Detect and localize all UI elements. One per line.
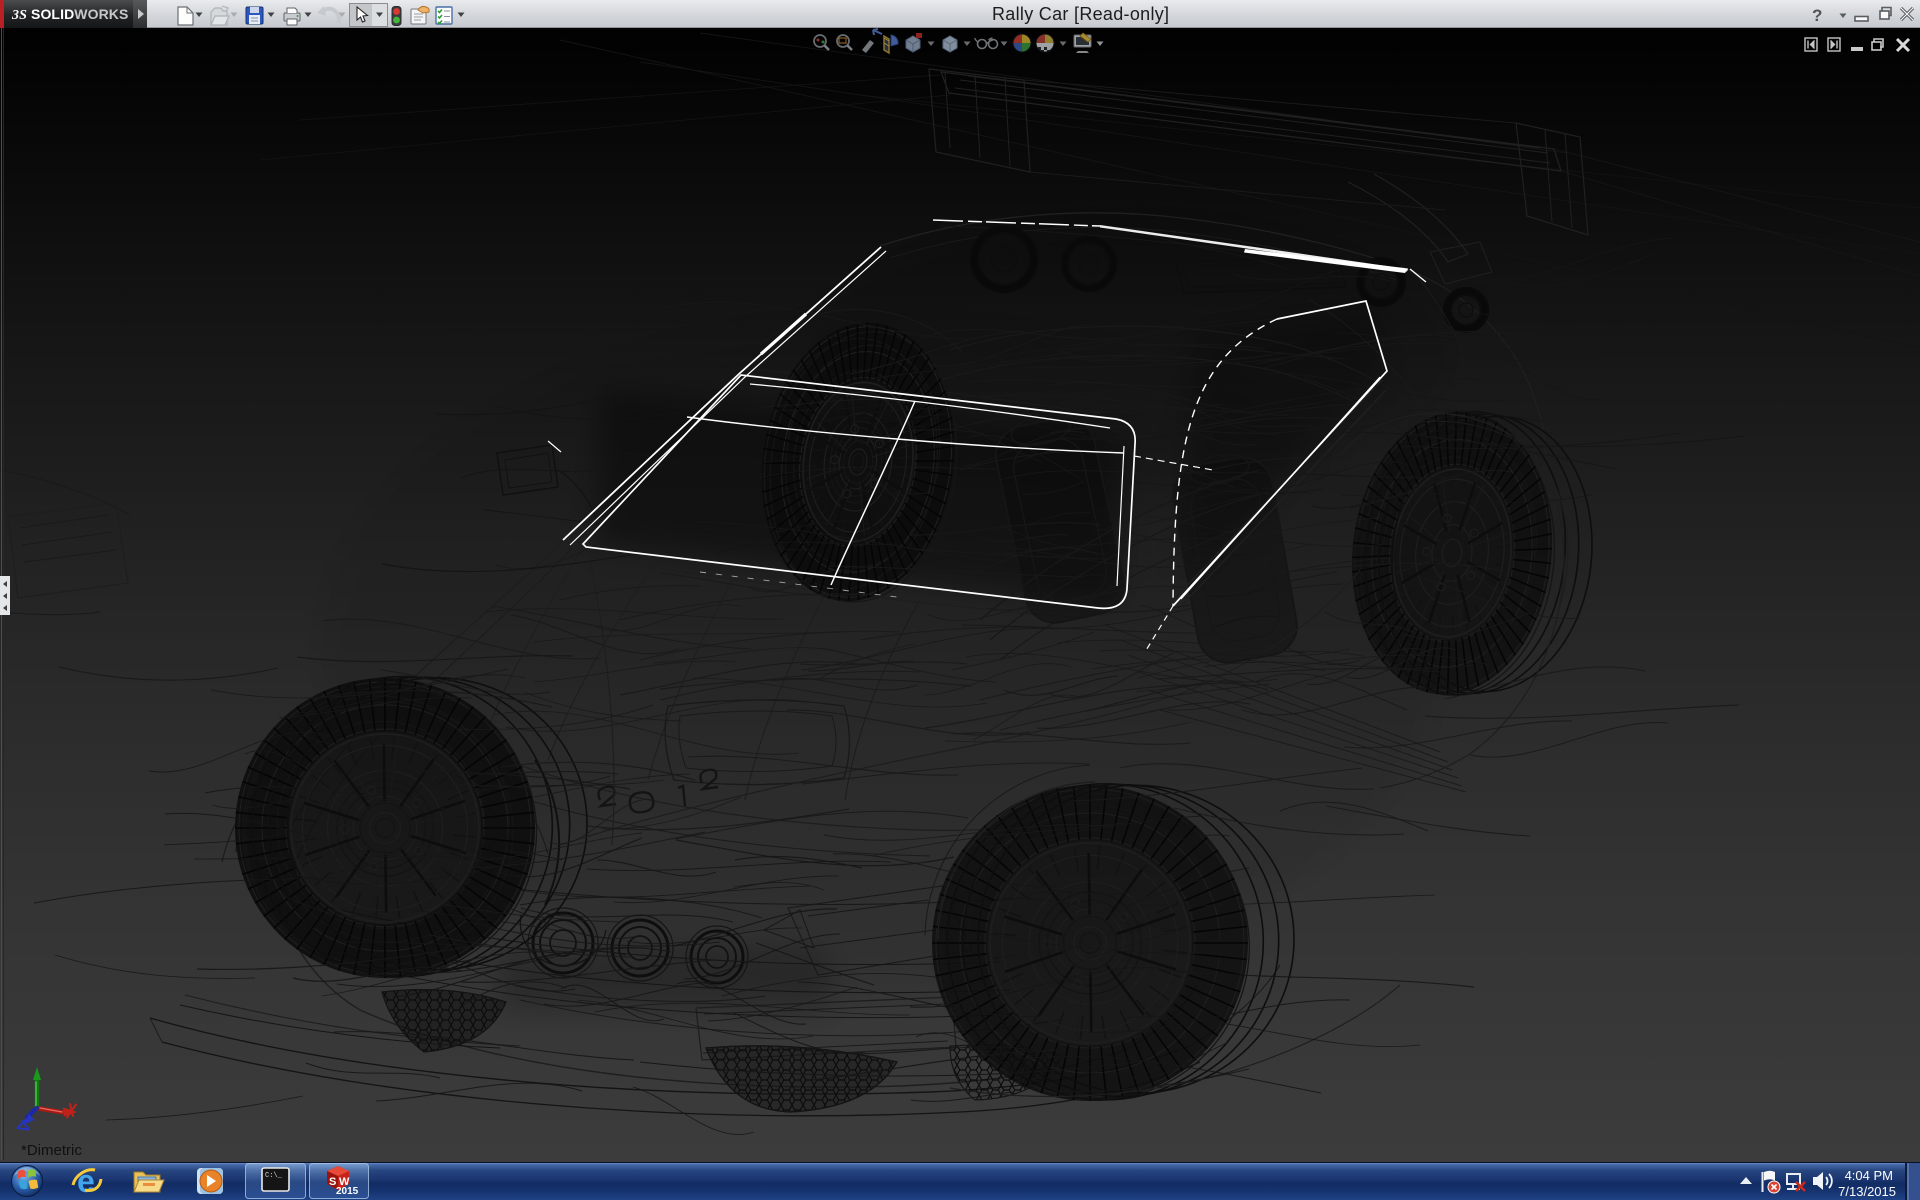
svg-text:7/13/2015: 7/13/2015 (1838, 1184, 1896, 1199)
svg-text:2015: 2015 (336, 1186, 359, 1197)
svg-text:4:04 PM: 4:04 PM (1845, 1168, 1893, 1183)
svg-text:C:\_: C:\_ (265, 1172, 283, 1180)
